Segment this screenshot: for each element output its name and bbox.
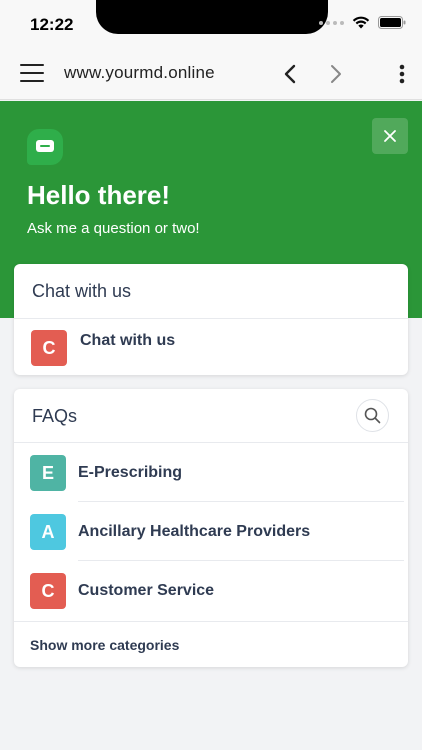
browser-toolbar: www.yourmd.online [0, 48, 422, 100]
status-bar: 12:22 [0, 0, 422, 48]
hamburger-icon[interactable] [20, 64, 44, 84]
back-arrow-icon[interactable] [280, 62, 300, 86]
close-button[interactable] [372, 118, 408, 154]
url-field[interactable]: www.yourmd.online [64, 63, 215, 83]
category-letter-badge: A [30, 514, 66, 550]
battery-icon [378, 16, 406, 29]
faq-category-item[interactable]: E E-Prescribing [14, 443, 408, 502]
faq-title: FAQs [32, 406, 78, 426]
device-notch [96, 0, 328, 34]
category-letter-badge: C [30, 573, 66, 609]
greeting-title: Hello there! [27, 180, 171, 210]
show-more-row: Show more categories [14, 621, 408, 667]
close-icon [384, 130, 396, 142]
category-letter-badge: E [30, 455, 66, 491]
faq-category-item[interactable]: A Ancillary Healthcare Providers [14, 502, 408, 561]
forward-arrow-icon[interactable] [326, 62, 346, 86]
show-more-categories-link[interactable]: Show more categories [30, 637, 179, 653]
chat-bubble-icon [27, 129, 63, 165]
chat-letter-badge: C [31, 330, 67, 366]
search-icon [364, 407, 381, 424]
faq-header: FAQs [14, 389, 408, 443]
more-vertical-icon[interactable] [396, 62, 408, 86]
category-label: E-Prescribing [78, 464, 183, 481]
faq-card: FAQs E E-Prescribing A Ancillary Healthc… [14, 389, 408, 667]
signal-dots-icon [319, 20, 344, 25]
category-label: Customer Service [78, 582, 215, 599]
chat-with-us-item[interactable]: C Chat with us [14, 319, 408, 375]
category-label: Ancillary Healthcare Providers [78, 523, 311, 540]
status-icons [319, 16, 406, 29]
faq-category-item[interactable]: C Customer Service [14, 561, 408, 620]
wifi-icon [352, 16, 370, 29]
chat-item-label: Chat with us [80, 332, 176, 349]
search-button[interactable] [356, 399, 389, 432]
status-time: 12:22 [30, 15, 74, 34]
greeting-subtitle: Ask me a question or two! [27, 220, 200, 237]
chat-card-title: Chat with us [14, 264, 408, 319]
chat-card: Chat with us C Chat with us [14, 264, 408, 375]
